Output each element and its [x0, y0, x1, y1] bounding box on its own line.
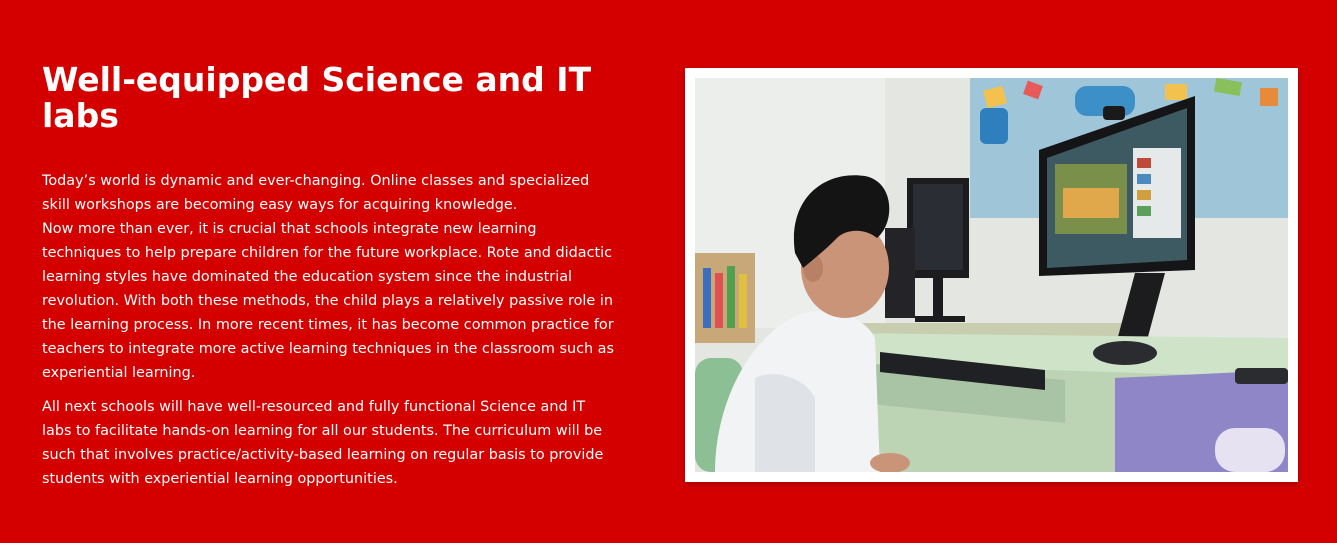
computer-lab-photo [695, 78, 1288, 472]
learning-techniques-paragraph: Now more than ever, it is crucial that s… [42, 221, 614, 381]
photo-frame [685, 68, 1298, 482]
science-it-labs-section: Well-equipped Science and IT labs Today’… [0, 0, 1337, 543]
intro-paragraph: Today’s world is dynamic and ever-changi… [42, 173, 590, 213]
section-title: Well-equipped Science and IT labs [42, 60, 592, 135]
labs-paragraph: All next schools will have well-resource… [42, 399, 604, 487]
text-column: Well-equipped Science and IT labs Today’… [42, 62, 614, 491]
